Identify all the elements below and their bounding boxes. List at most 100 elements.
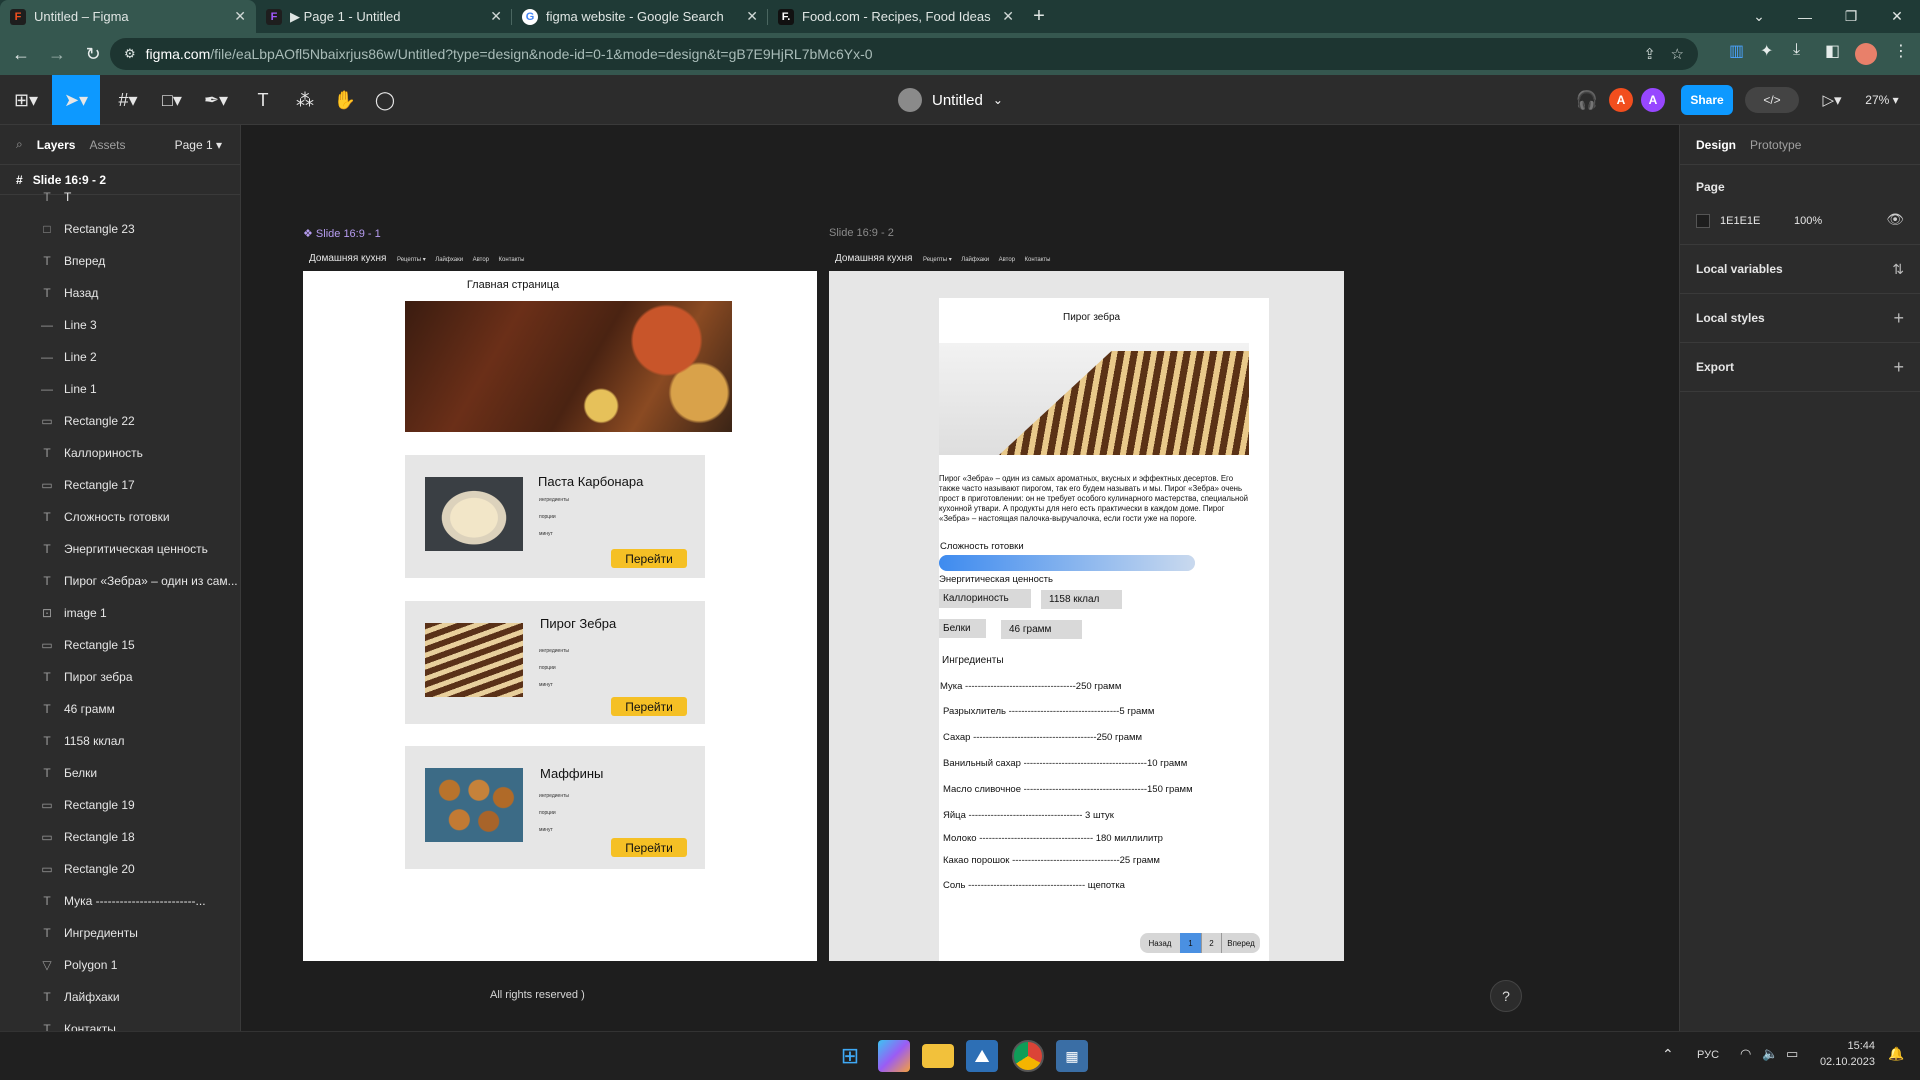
tab-search-icon[interactable]: ⌄ [1736, 0, 1782, 33]
notification-icon[interactable]: 🔔 [1888, 1046, 1904, 1062]
close-window-button[interactable]: ✕ [1874, 0, 1920, 33]
layer-item[interactable]: ▭ Rectangle 20 [0, 853, 240, 885]
extension-icon[interactable]: ▥ [1729, 41, 1744, 61]
wifi-icon[interactable]: ◠ [1740, 1046, 1751, 1062]
layer-item[interactable]: T Ингредиенты [0, 917, 240, 949]
chevron-up-icon[interactable]: ⌃ [1662, 1046, 1674, 1063]
layer-item[interactable]: — Line 3 [0, 309, 240, 341]
layer-item[interactable]: — Line 2 [0, 341, 240, 373]
present-icon[interactable]: ▷▾ [1815, 75, 1849, 125]
page-1-button[interactable]: 1 [1180, 933, 1201, 953]
close-tab-icon[interactable]: ✕ [1002, 8, 1014, 25]
local-variables-section[interactable]: Local variables ⇅ [1680, 245, 1920, 294]
layer-item[interactable]: — Line 1 [0, 373, 240, 405]
page-opacity-value[interactable]: 100% [1794, 215, 1822, 227]
layer-item[interactable]: T 1158 кклал [0, 725, 240, 757]
layer-item[interactable]: ▭ Rectangle 18 [0, 821, 240, 853]
puzzle-icon[interactable]: ✦ [1760, 41, 1773, 61]
layer-item[interactable]: T Пирог «Зебра» – один из сам... [0, 565, 240, 597]
tab-layers[interactable]: Layers [37, 138, 76, 152]
minimize-button[interactable]: — [1782, 0, 1828, 33]
site-info-icon[interactable]: ⚙ [124, 46, 136, 62]
menu-icon[interactable]: ⋮ [1893, 41, 1909, 61]
page-color-value[interactable]: 1E1E1E [1720, 215, 1760, 227]
avatar[interactable]: A [1609, 88, 1633, 112]
layer-item[interactable]: ▭ Rectangle 17 [0, 469, 240, 501]
tab-assets[interactable]: Assets [89, 138, 125, 152]
share-button[interactable]: Share [1681, 85, 1733, 115]
pen-tool-icon[interactable]: ✒▾ [196, 75, 236, 125]
plus-icon[interactable]: + [1893, 308, 1904, 329]
avatar[interactable]: A [1641, 88, 1665, 112]
page-2-button[interactable]: 2 [1201, 933, 1222, 953]
slide1-frame[interactable]: Главная страница Паста Карбонара ингреди… [303, 271, 817, 961]
file-title-area[interactable]: Untitled ⌄ [898, 75, 1003, 125]
browser-tab[interactable]: G figma website - Google Search ✕ [512, 0, 768, 33]
layer-item[interactable]: T Контакты [0, 1013, 240, 1031]
open-recipe-button[interactable]: Перейти [611, 697, 687, 716]
layer-item[interactable]: T Лайфхаки [0, 981, 240, 1013]
eye-icon[interactable]: 👁 [1886, 211, 1904, 228]
layer-item[interactable]: □ Rectangle 23 [0, 213, 240, 245]
move-tool-icon[interactable]: ➤▾ [52, 75, 100, 125]
browser-tab[interactable]: F ▶ Page 1 - Untitled ✕ [256, 0, 512, 33]
layer-item[interactable]: ▭ Rectangle 15 [0, 629, 240, 661]
layer-item[interactable]: T Сложность готовки [0, 501, 240, 533]
profile-avatar[interactable] [1855, 43, 1877, 65]
layer-item[interactable]: T 46 грамм [0, 693, 240, 725]
layer-item[interactable]: T Вперед [0, 245, 240, 277]
bookmark-star-icon[interactable]: ☆ [1671, 45, 1684, 63]
tab-design[interactable]: Design [1696, 138, 1736, 152]
local-styles-section[interactable]: Local styles + [1680, 294, 1920, 343]
close-tab-icon[interactable]: ✕ [746, 8, 758, 25]
layer-item[interactable]: ▭ Rectangle 19 [0, 789, 240, 821]
dev-mode-toggle[interactable]: </> [1745, 87, 1799, 113]
recipe-card[interactable]: Пирог Зебра ингредиенты порции минут Перей… [405, 601, 705, 724]
layer-item[interactable]: ⊡ image 1 [0, 597, 240, 629]
file-explorer-icon[interactable] [922, 1044, 954, 1068]
open-recipe-button[interactable]: Перейти [611, 549, 687, 568]
volume-icon[interactable]: 🔈 [1762, 1046, 1778, 1062]
comment-tool-icon[interactable]: ◯ [370, 75, 400, 125]
close-tab-icon[interactable]: ✕ [490, 8, 502, 25]
forward-button[interactable]: → [42, 39, 72, 69]
search-icon[interactable]: ⌕ [16, 137, 23, 152]
share-icon[interactable]: ⇪ [1643, 45, 1656, 63]
browser-tab[interactable]: F Untitled – Figma ✕ [0, 0, 256, 33]
layer-item[interactable]: ▽ Polygon 1 [0, 949, 240, 981]
main-menu-icon[interactable]: ⊞▾ [8, 75, 44, 125]
layer-item[interactable]: ▭ Rectangle 22 [0, 405, 240, 437]
page-color-swatch[interactable] [1696, 214, 1710, 228]
battery-icon[interactable]: ▭ [1786, 1046, 1798, 1062]
browser-tab[interactable]: F. Food.com - Recipes, Food Ideas ✕ [768, 0, 1024, 33]
reload-button[interactable]: ↻ [78, 39, 108, 69]
photos-icon[interactable]: ⛰ [966, 1040, 998, 1072]
slide2-frame[interactable]: Пирог зебра Пирог «Зебра» – один из самы… [829, 271, 1344, 961]
layer-item[interactable]: T Пирог зебра [0, 661, 240, 693]
layer-item[interactable]: TT [0, 181, 240, 213]
restore-button[interactable]: ❐ [1828, 0, 1874, 33]
language-indicator[interactable]: РУС [1697, 1049, 1719, 1061]
frame-label[interactable]: Slide 16:9 - 2 [829, 227, 894, 239]
chrome-icon[interactable] [1012, 1040, 1044, 1072]
help-button[interactable]: ? [1490, 980, 1522, 1012]
back-button[interactable]: ← [6, 39, 36, 69]
text-tool-icon[interactable]: T [248, 75, 278, 125]
design-canvas[interactable]: ❖ Slide 16:9 - 1 Домашняя кухня Рецепты … [241, 125, 1679, 1031]
resources-icon[interactable]: ⁂ [290, 75, 320, 125]
recipe-card[interactable]: Маффины ингредиенты порции минут Перейти [405, 746, 705, 869]
download-icon[interactable]: ⤓ [1793, 41, 1800, 59]
shape-tool-icon[interactable]: □▾ [152, 75, 192, 125]
layer-item[interactable]: T Белки [0, 757, 240, 789]
close-tab-icon[interactable]: ✕ [234, 8, 246, 25]
layer-item[interactable]: T Мука -------------------------... [0, 885, 240, 917]
hand-tool-icon[interactable]: ✋ [330, 75, 360, 125]
copilot-icon[interactable] [878, 1040, 910, 1072]
frame-tool-icon[interactable]: #▾ [108, 75, 148, 125]
url-field[interactable]: ⚙ figma.com/file/eaLbpAOfl5Nbaixrjus86w/… [110, 38, 1698, 70]
plus-icon[interactable]: + [1893, 357, 1904, 378]
layer-item[interactable]: T Назад [0, 277, 240, 309]
calculator-icon[interactable]: ▦ [1056, 1040, 1088, 1072]
layer-item[interactable]: T Каллориность [0, 437, 240, 469]
layer-item[interactable]: T Энергитическая ценность [0, 533, 240, 565]
